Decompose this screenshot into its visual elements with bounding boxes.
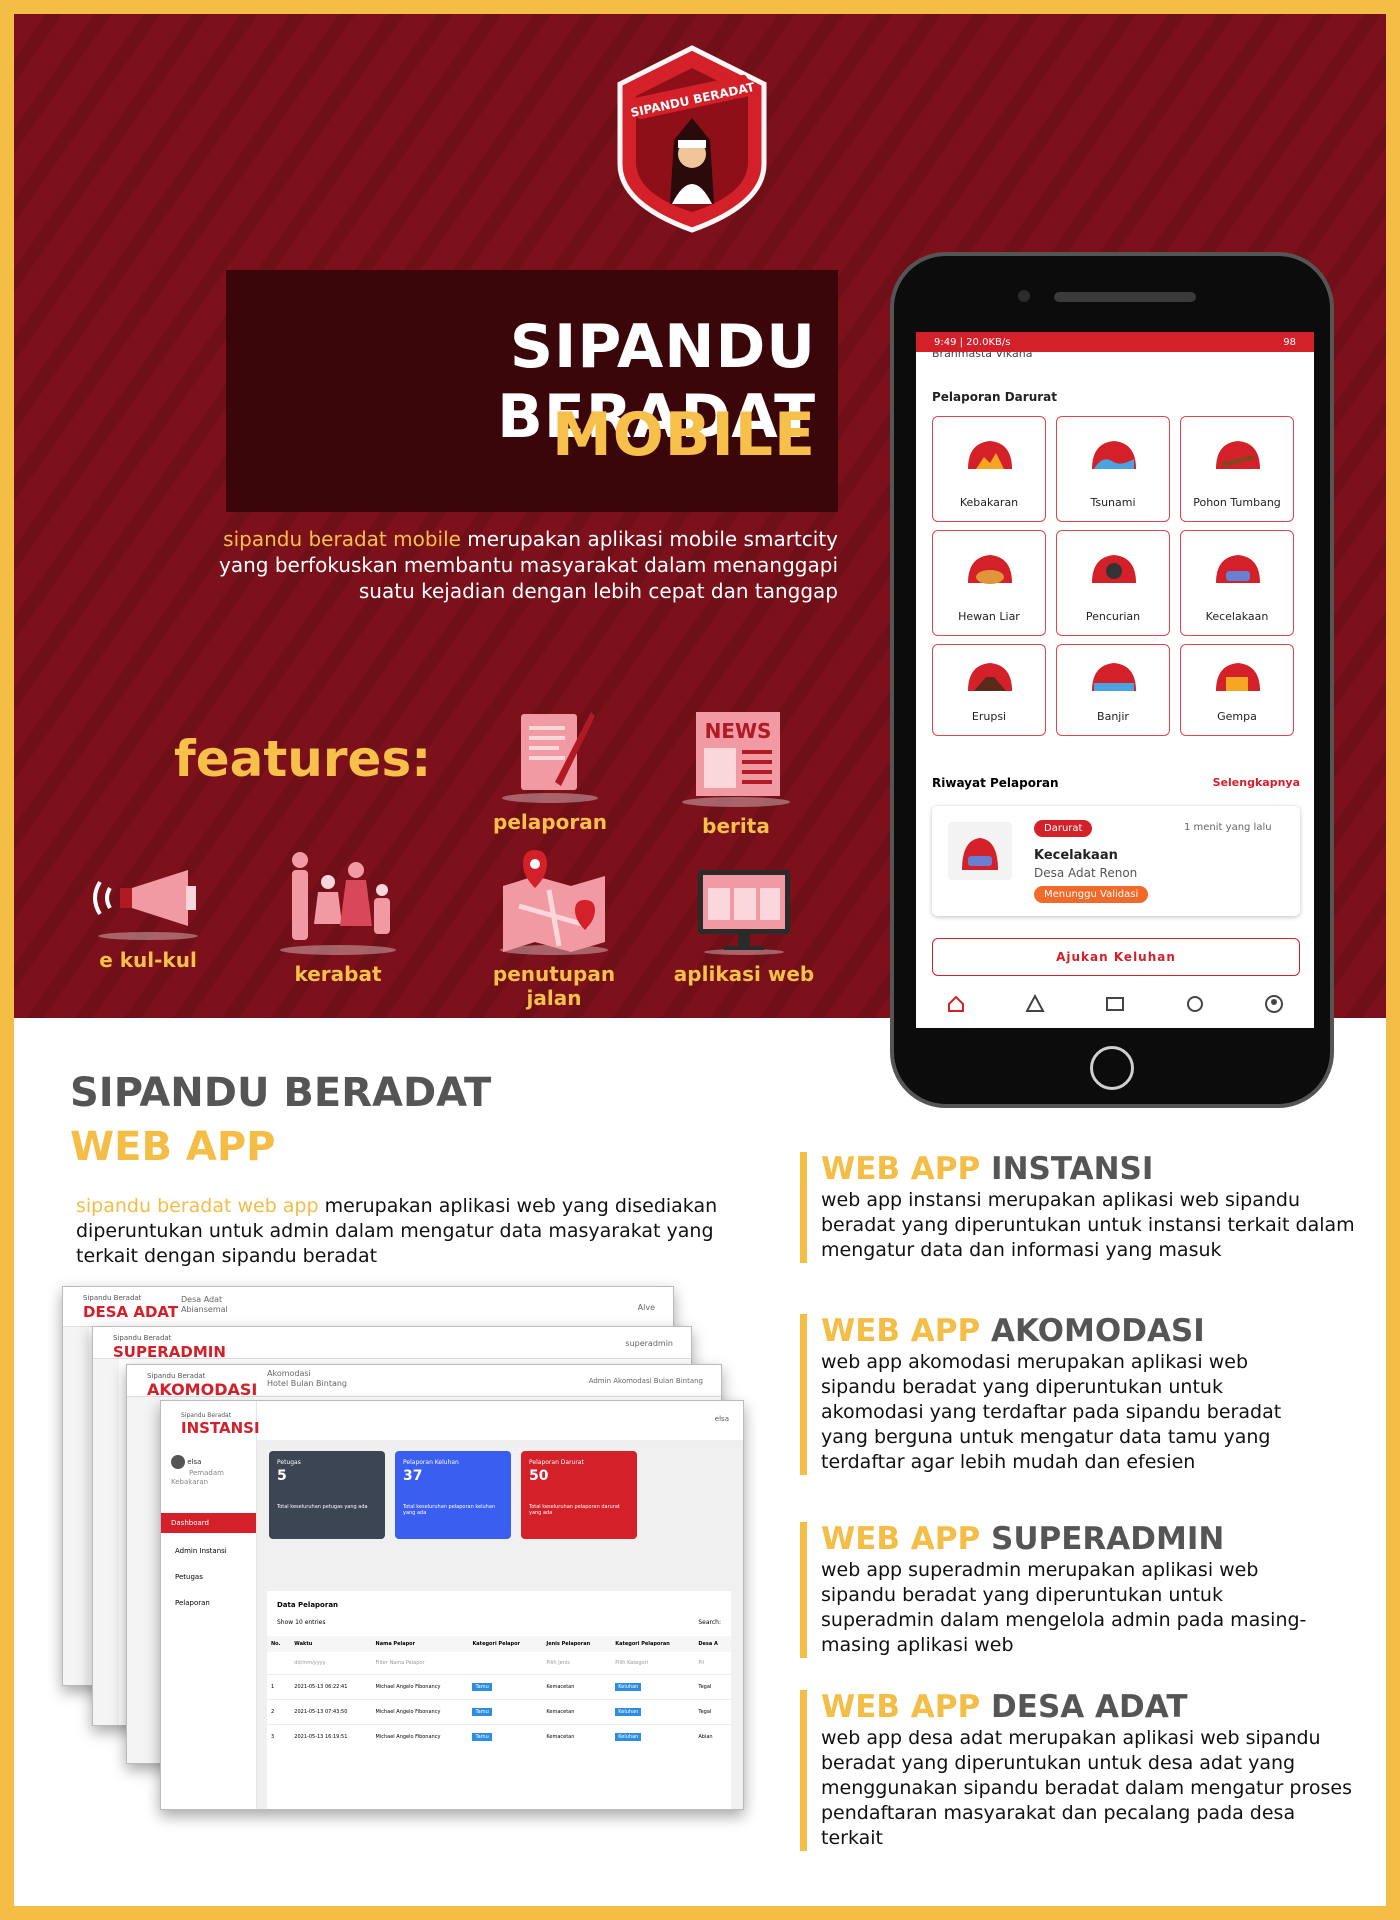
phone-speaker [1054, 292, 1196, 302]
bottom-nav [916, 980, 1314, 1028]
stat-card: Pelaporan Darurat 50 Total keseluruhan pel… [521, 1451, 637, 1539]
phone-camera [1018, 290, 1030, 302]
web-title-line2: WEB APP [70, 1124, 276, 1170]
feature-pelaporan: pelaporan [460, 704, 640, 834]
volcano-icon [968, 663, 1012, 691]
newspaper-icon: NEWS [682, 712, 790, 807]
emergency-item-gempa[interactable]: Gempa [1180, 644, 1294, 736]
emergency-item-erupsi[interactable]: Erupsi [932, 644, 1046, 736]
feature-e-kul-kul: e kul-kul [58, 862, 238, 972]
report-location: Desa Adat Renon [1034, 866, 1138, 880]
mobile-description: sipandu beradat mobile merupakan aplikas… [174, 526, 838, 604]
menu-pelaporan[interactable]: Pelaporan [161, 1599, 256, 1607]
stat-card: Petugas 5 Total keseluruhan petugas yang a… [269, 1451, 385, 1539]
feature-aplikasi-web: aplikasi web [654, 866, 834, 986]
feature-kerabat: kerabat [248, 846, 428, 986]
phone-screen: 9:49 | 20.0KB/s 98 Brahmasta Vikana Pela… [916, 332, 1314, 1028]
crash-icon [1216, 555, 1260, 583]
emergency-item-tsunami[interactable]: Tsunami [1056, 416, 1170, 522]
menu-admin-instansi[interactable]: Admin Instansi [161, 1547, 256, 1555]
emergency-item-kecelakaan[interactable]: Kecelakaan [1180, 530, 1294, 636]
menu-dashboard[interactable]: Dashboard [161, 1513, 256, 1533]
emergency-item-banjir[interactable]: Banjir [1056, 644, 1170, 736]
emergency-item-pohon-tumbang[interactable]: Pohon Tumbang [1180, 416, 1294, 522]
report-card[interactable]: Darurat 1 menit yang lalu Kecelakaan Des… [932, 806, 1300, 916]
scrolled-header-text: Brahmasta Vikana [932, 352, 1033, 360]
animal-icon [968, 555, 1012, 584]
fire-icon [968, 441, 1012, 469]
emergency-grid: Kebakaran Tsunami Pohon Tumbang Hewan Li… [932, 416, 1314, 736]
report-time: 1 menit yang lalu [1184, 822, 1272, 833]
status-time: 9:49 | 20.0KB/s [934, 336, 1011, 348]
table-row[interactable]: 1 2021-05-13 06:22:41 Michael Angelo Fibon… [267, 1674, 731, 1700]
document-pen-icon [502, 712, 598, 803]
web-description: sipandu beradat web app merupakan aplika… [76, 1194, 776, 1269]
family-icon [280, 852, 396, 955]
mobile-title-box: SIPANDU BERADAT MOBILE [226, 270, 838, 512]
map-pin-icon [500, 850, 608, 955]
megaphone-icon [93, 870, 198, 940]
window-instansi: Sipandu Beradat INSTANSI elsa Pemadam Keba… [160, 1400, 744, 1810]
thief-icon [1092, 555, 1136, 583]
web-app-desa-adat: WEB APP DESA ADAT web app desa adat meru… [800, 1690, 1360, 1851]
web-title-line1: SIPANDU BERADAT [70, 1070, 492, 1116]
battery-indicator: 98 [1283, 336, 1296, 348]
see-more-link[interactable]: Selengkapnya [1213, 776, 1300, 790]
stat-card: Pelaporan Keluhan 37 Total keseluruhan pel… [395, 1451, 511, 1539]
feature-berita: NEWS berita [646, 704, 826, 838]
mobile-description-highlight: sipandu beradat mobile [223, 527, 461, 551]
features-title: features: [174, 730, 432, 788]
flood-icon [1092, 663, 1136, 691]
history-title: Riwayat Pelaporan [932, 776, 1059, 790]
emergency-section-title: Pelaporan Darurat [932, 390, 1057, 404]
warning-icon[interactable] [1025, 994, 1046, 1014]
earthquake-icon [1216, 663, 1260, 691]
report-title: Kecelakaan [1034, 848, 1118, 863]
status-badge: Darurat [1034, 820, 1093, 837]
svg-text:NEWS: NEWS [705, 719, 772, 743]
crash-icon [948, 822, 1012, 880]
tree-icon [1216, 441, 1260, 469]
status-bar: 9:49 | 20.0KB/s 98 [916, 332, 1314, 352]
emergency-item-pencurian[interactable]: Pencurian [1056, 530, 1170, 636]
feature-label: penutupan jalan [492, 962, 616, 1010]
user-name: Alve [637, 1303, 655, 1312]
wave-icon [1092, 441, 1136, 469]
feature-label: aplikasi web [673, 962, 815, 986]
news-icon[interactable] [1105, 994, 1125, 1014]
validation-badge: Menunggu Validasi [1034, 886, 1149, 903]
table-row[interactable]: 3 2021-05-13 16:19:51 Michael Angelo Fibon… [267, 1724, 731, 1749]
feature-label: pelaporan [493, 810, 607, 834]
report-table: No. Waktu Nama Pelapor Kategori Pelapor Jeni… [267, 1636, 731, 1749]
table-row[interactable]: 2 2021-05-13 07:43:50 Michael Angelo Fibon… [267, 1699, 731, 1725]
feature-label: kerabat [294, 962, 382, 986]
emergency-item-kebakaran[interactable]: Kebakaran [932, 416, 1046, 522]
submit-complaint-button[interactable]: Ajukan Keluhan [932, 938, 1300, 976]
history-header: Riwayat Pelaporan Selengkapnya [932, 776, 1300, 790]
web-app-instansi: WEB APP INSTANSI web app instansi merupa… [800, 1152, 1360, 1263]
feature-label: berita [702, 814, 770, 838]
web-description-highlight: sipandu beradat web app [76, 1195, 319, 1217]
menu-petugas[interactable]: Petugas [161, 1573, 256, 1581]
feature-label: e kul-kul [99, 948, 197, 972]
profile-icon[interactable] [1264, 994, 1284, 1014]
feature-penutupan-jalan: penutupan jalan [464, 846, 644, 1010]
emergency-item-hewan-liar[interactable]: Hewan Liar [932, 530, 1046, 636]
monitor-icon [698, 870, 790, 955]
mobile-title-line2: MOBILE [552, 400, 816, 470]
sipandu-beradat-logo: SIPANDU BERADAT [617, 45, 767, 233]
phone-mockup: 9:49 | 20.0KB/s 98 Brahmasta Vikana Pela… [890, 252, 1334, 1108]
poster-frame: SIPANDU BERADAT SIPANDU BERADAT MOBILE s… [0, 0, 1400, 1920]
web-app-superadmin: WEB APP SUPERADMIN web app superadmin me… [800, 1522, 1330, 1658]
web-app-akomodasi: WEB APP AKOMODASI web app akomodasi meru… [800, 1314, 1320, 1475]
chat-icon[interactable] [1185, 994, 1205, 1014]
phone-home-button [1090, 1046, 1134, 1090]
home-icon[interactable] [946, 994, 966, 1014]
report-table-card: Data Pelaporan Show 10 entries Search: No… [267, 1591, 731, 1809]
